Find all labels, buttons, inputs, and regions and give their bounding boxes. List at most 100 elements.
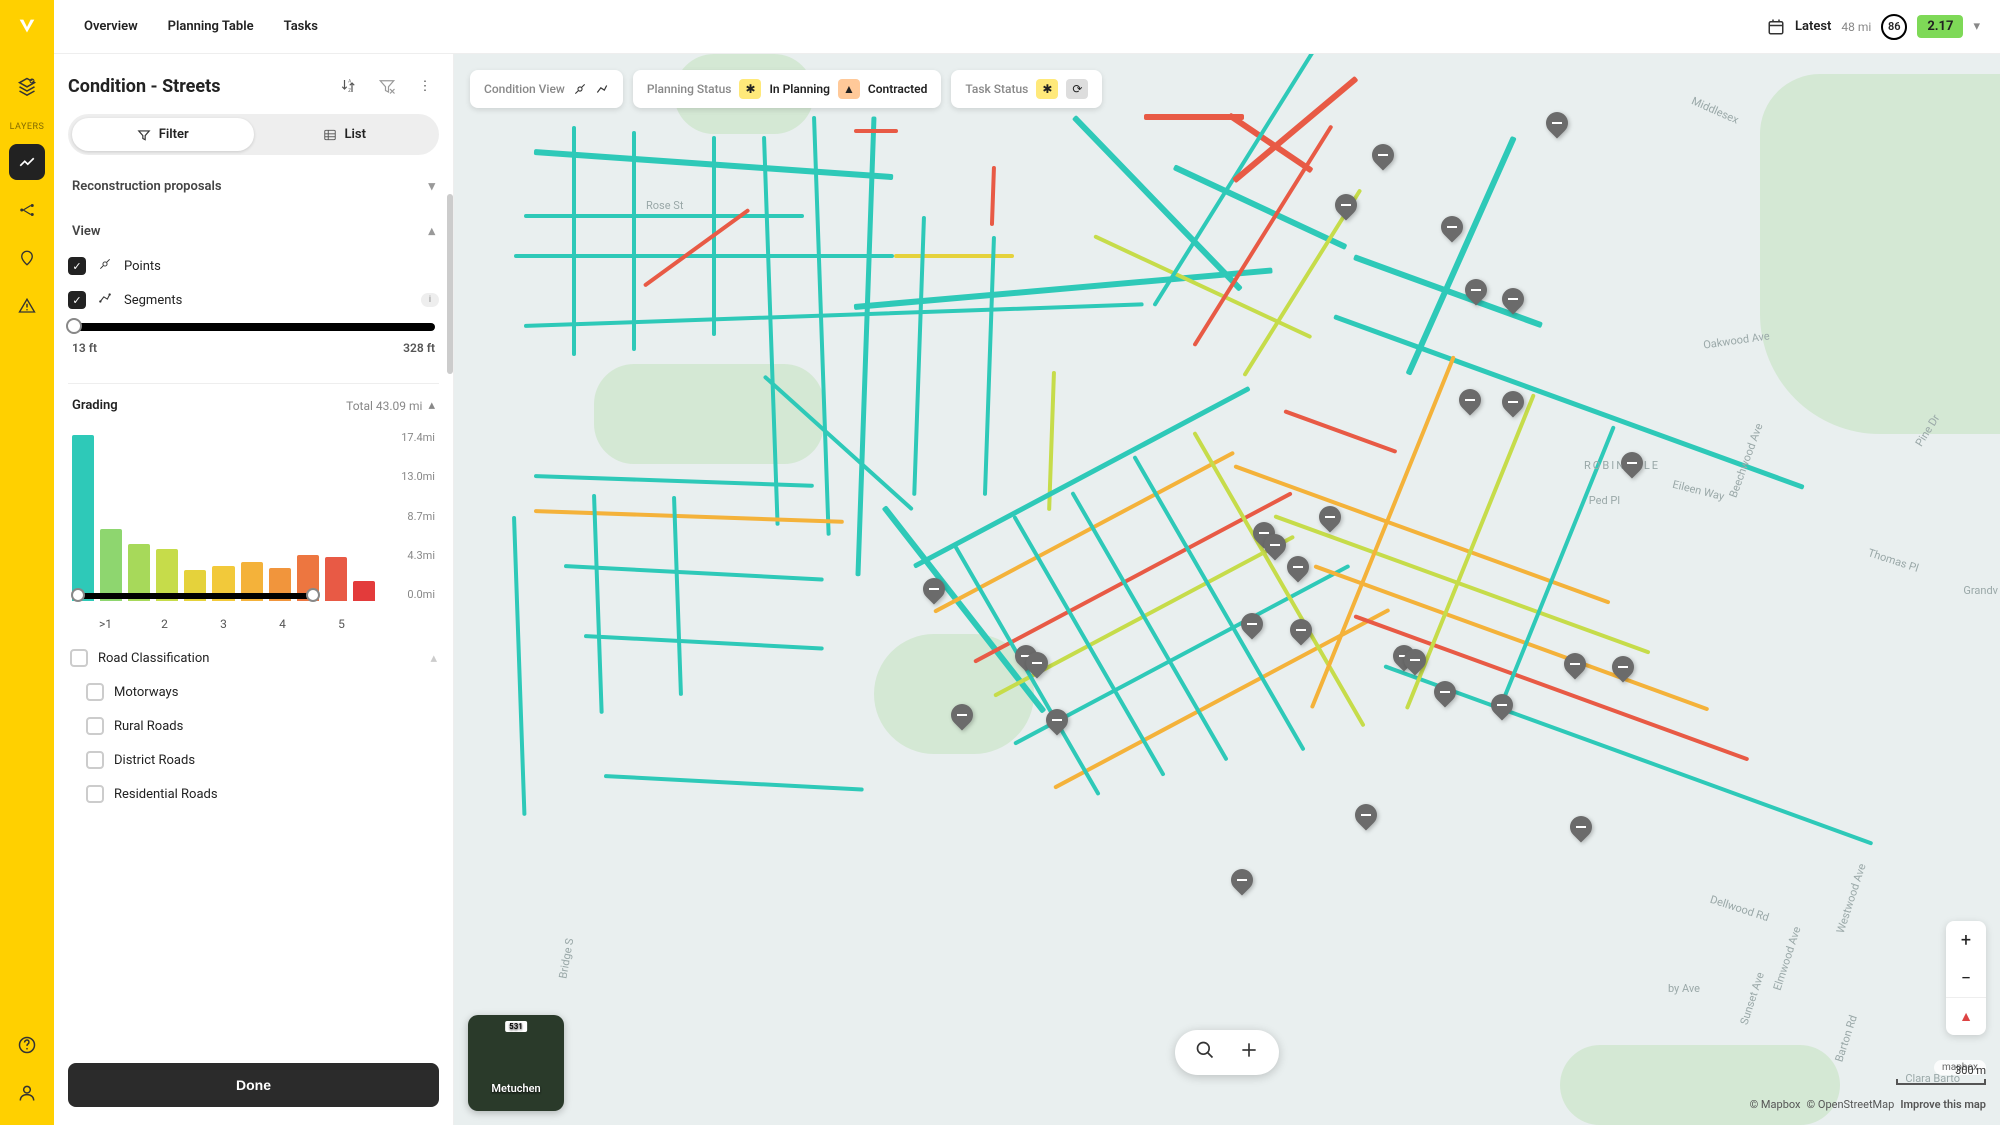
- road-classification-section[interactable]: Road Classification ▴: [68, 641, 439, 675]
- zoom-in-button[interactable]: +: [1946, 921, 1986, 959]
- reconstruction-section[interactable]: Reconstruction proposals ▾: [68, 169, 439, 204]
- map-marker[interactable]: [1619, 452, 1645, 484]
- done-button[interactable]: Done: [68, 1063, 439, 1107]
- calendar-icon[interactable]: [1767, 18, 1785, 36]
- map-marker[interactable]: [1317, 506, 1343, 538]
- filter-toggle[interactable]: Filter: [72, 118, 254, 151]
- road-segment[interactable]: [534, 509, 844, 524]
- add-icon[interactable]: [1239, 1040, 1259, 1065]
- road-segment[interactable]: [604, 774, 864, 792]
- latest-label[interactable]: Latest: [1795, 19, 1831, 34]
- minimap[interactable]: 531 Metuchen: [468, 1015, 564, 1111]
- planning-status-pill[interactable]: Planning Status ✱ In Planning ▲ Contract…: [633, 70, 942, 108]
- task-status-pill[interactable]: Task Status ✱ ⟳: [951, 70, 1102, 108]
- classification-motorways[interactable]: Motorways: [68, 675, 439, 709]
- road-segment[interactable]: [592, 494, 604, 714]
- alert-layer-button[interactable]: [9, 288, 45, 324]
- grading-section[interactable]: Grading Total 43.09 mi ▴: [68, 390, 439, 421]
- tab-overview[interactable]: Overview: [84, 19, 138, 34]
- map-marker[interactable]: [1370, 144, 1396, 176]
- view-section[interactable]: View ▴: [68, 214, 439, 249]
- info-icon[interactable]: i: [421, 293, 439, 307]
- classification-residential[interactable]: Residential Roads: [68, 777, 439, 811]
- scrollbar[interactable]: [447, 194, 453, 374]
- road-segment[interactable]: [632, 131, 636, 351]
- map-marker[interactable]: [1544, 112, 1570, 144]
- search-icon[interactable]: [1195, 1040, 1215, 1065]
- help-button[interactable]: [9, 1027, 45, 1063]
- map-marker[interactable]: [1457, 389, 1483, 421]
- points-checkbox-row[interactable]: ✓ Points: [68, 249, 439, 283]
- road-segment[interactable]: [564, 564, 824, 582]
- improve-map-link[interactable]: Improve this map: [1900, 1098, 1986, 1111]
- road-segment[interactable]: [584, 634, 824, 651]
- road-segment[interactable]: [762, 136, 780, 526]
- map-marker[interactable]: [1500, 391, 1526, 423]
- more-button[interactable]: ⋮: [411, 72, 439, 100]
- map-marker[interactable]: [1562, 653, 1588, 685]
- classification-district[interactable]: District Roads: [68, 743, 439, 777]
- map-marker[interactable]: [1439, 216, 1465, 248]
- road-segment[interactable]: [854, 129, 898, 133]
- grading-range-slider[interactable]: [76, 593, 315, 599]
- road-segment[interactable]: [672, 496, 683, 696]
- map-marker[interactable]: [1500, 288, 1526, 320]
- map[interactable]: Oakwood Ave ROBINVALE Grandv Ped Pl Clar…: [454, 54, 2000, 1125]
- road-segment[interactable]: [524, 302, 1144, 328]
- map-marker[interactable]: [1333, 194, 1359, 226]
- map-marker[interactable]: [1288, 619, 1314, 651]
- map-marker[interactable]: [1239, 613, 1265, 645]
- road-segment[interactable]: [983, 236, 996, 496]
- condition-layer-button[interactable]: [9, 144, 45, 180]
- map-marker[interactable]: [1402, 649, 1428, 681]
- map-marker[interactable]: [1489, 694, 1515, 726]
- chart-bar[interactable]: [325, 557, 347, 601]
- map-marker[interactable]: [1285, 556, 1311, 588]
- checkbox-empty-icon[interactable]: [86, 683, 104, 701]
- tab-tasks[interactable]: Tasks: [284, 19, 318, 34]
- road-segment[interactable]: [512, 516, 526, 816]
- chevron-down-icon[interactable]: ▾: [1973, 19, 1980, 34]
- sort-button[interactable]: AZ: [335, 72, 363, 100]
- layers-button[interactable]: [9, 68, 45, 104]
- slider-handle-left[interactable]: [71, 588, 85, 602]
- road-segment[interactable]: [812, 116, 831, 536]
- road-segment[interactable]: [1070, 491, 1228, 761]
- road-segment[interactable]: [524, 214, 804, 218]
- checkbox-empty-icon[interactable]: [86, 785, 104, 803]
- classification-rural[interactable]: Rural Roads: [68, 709, 439, 743]
- account-button[interactable]: [9, 1075, 45, 1111]
- road-segment[interactable]: [1192, 431, 1365, 727]
- map-marker[interactable]: [1229, 869, 1255, 901]
- road-segment[interactable]: [990, 166, 996, 226]
- map-marker[interactable]: [1568, 816, 1594, 848]
- road-segment[interactable]: [1283, 409, 1397, 454]
- slider-handle-right[interactable]: [306, 588, 320, 602]
- logo[interactable]: [0, 0, 54, 54]
- chart-bar[interactable]: [72, 435, 94, 601]
- checkbox-empty-icon[interactable]: [86, 717, 104, 735]
- network-layer-button[interactable]: [9, 192, 45, 228]
- map-marker[interactable]: [1024, 652, 1050, 684]
- chart-bar[interactable]: [353, 581, 375, 601]
- filter-clear-button[interactable]: [373, 72, 401, 100]
- map-marker[interactable]: [1432, 681, 1458, 713]
- road-segment[interactable]: [855, 116, 876, 576]
- road-segment[interactable]: [1313, 564, 1709, 711]
- road-segment[interactable]: [894, 254, 1014, 258]
- slider-handle-left[interactable]: [66, 318, 82, 334]
- map-marker[interactable]: [949, 704, 975, 736]
- condition-view-pill[interactable]: Condition View: [470, 70, 623, 108]
- map-marker[interactable]: [1610, 656, 1636, 688]
- tab-planning-table[interactable]: Planning Table: [168, 19, 254, 34]
- chart-bar[interactable]: [100, 529, 122, 601]
- road-segment[interactable]: [1406, 136, 1517, 376]
- road-segment[interactable]: [572, 126, 576, 356]
- map-marker[interactable]: [1353, 804, 1379, 836]
- zoom-out-button[interactable]: −: [1946, 959, 1986, 997]
- checkbox-empty-icon[interactable]: [86, 751, 104, 769]
- segments-checkbox-row[interactable]: ✓ Segments i: [68, 283, 439, 317]
- map-marker[interactable]: [921, 578, 947, 610]
- compass-button[interactable]: ▲: [1946, 997, 1986, 1035]
- road-segment[interactable]: [534, 474, 814, 488]
